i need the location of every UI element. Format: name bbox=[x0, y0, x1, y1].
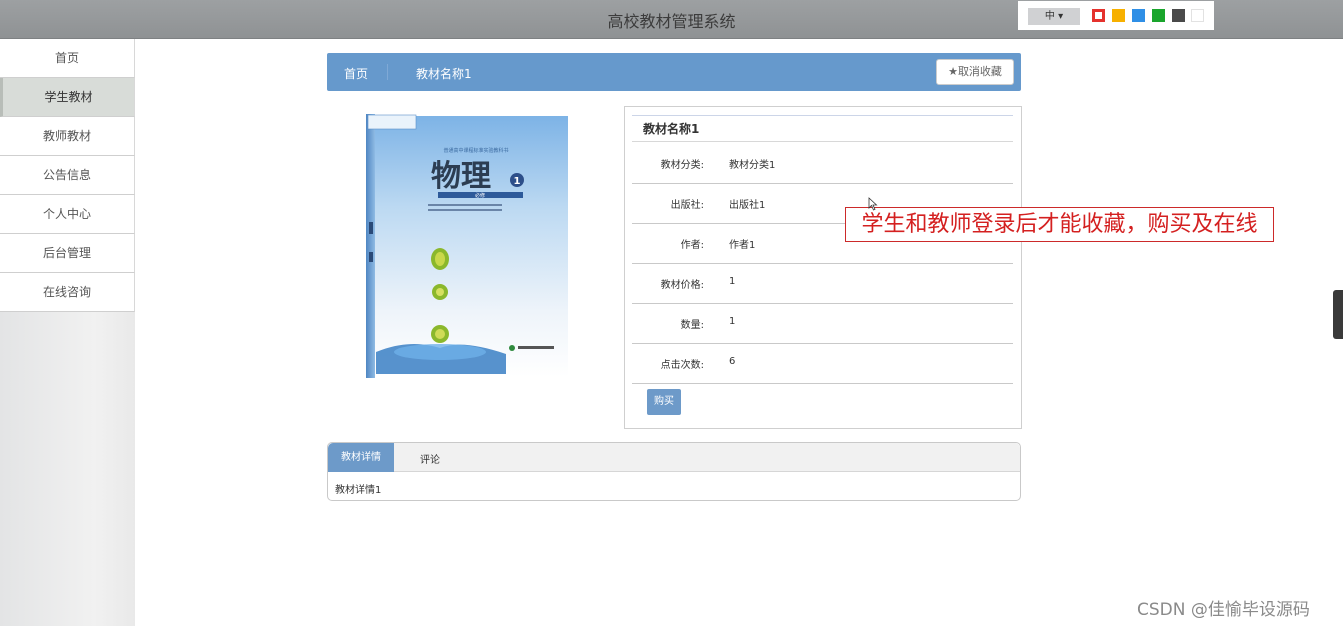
tab-bar: 教材详情 评论 bbox=[328, 443, 1020, 472]
mouse-cursor-icon bbox=[868, 197, 878, 211]
info-label: 出版社: bbox=[670, 200, 704, 211]
sidebar-item-student-textbooks[interactable]: 学生教材 bbox=[0, 78, 135, 117]
info-value: 1 bbox=[729, 316, 736, 327]
chevron-down-icon: ▾ bbox=[1058, 11, 1064, 22]
tab-comments[interactable]: 评论 bbox=[420, 451, 440, 466]
sidebar-item-online-consult[interactable]: 在线咨询 bbox=[0, 273, 135, 312]
sidebar-item-teacher-textbooks[interactable]: 教师教材 bbox=[0, 117, 135, 156]
unfavorite-button[interactable]: ★取消收藏 bbox=[936, 59, 1014, 85]
info-value: 教材分类1 bbox=[729, 160, 776, 171]
tab-content: 教材详情1 bbox=[335, 485, 382, 496]
theme-swatch-white[interactable] bbox=[1191, 9, 1204, 22]
textbook-name-heading: 教材名称1 bbox=[632, 115, 1013, 142]
detail-tabs: 教材详情 评论 教材详情1 bbox=[327, 442, 1021, 501]
theme-swatch-yellow[interactable] bbox=[1112, 9, 1125, 22]
language-select[interactable]: 中 ▾ bbox=[1028, 8, 1080, 25]
breadcrumb: 首页 教材名称1 ★取消收藏 bbox=[327, 53, 1021, 91]
tab-textbook-details[interactable]: 教材详情 bbox=[328, 443, 394, 472]
csdn-watermark: CSDN @佳愉毕设源码 bbox=[1137, 600, 1310, 620]
info-value: 1 bbox=[729, 276, 736, 287]
unfavorite-label: 取消收藏 bbox=[957, 65, 1002, 78]
buy-button[interactable]: 购买 bbox=[647, 389, 681, 415]
cover-badge: 必修 bbox=[475, 192, 485, 199]
sidebar-item-personal-center[interactable]: 个人中心 bbox=[0, 195, 135, 234]
info-label: 教材分类: bbox=[660, 160, 704, 171]
textbook-info-panel: 教材名称1 教材分类: 教材分类1 出版社: 出版社1 作者: 作者1 教材价格… bbox=[624, 106, 1022, 429]
breadcrumb-divider bbox=[387, 64, 388, 80]
language-label: 中 bbox=[1044, 11, 1055, 22]
theme-toolbox: 中 ▾ bbox=[1018, 1, 1214, 30]
cover-title: 物理 bbox=[431, 159, 491, 194]
theme-swatch-green[interactable] bbox=[1152, 9, 1165, 22]
info-label: 作者: bbox=[680, 240, 704, 251]
sidebar-item-home[interactable]: 首页 bbox=[0, 39, 135, 78]
star-icon: ★ bbox=[948, 65, 958, 78]
sidebar: 首页 学生教材 教师教材 公告信息 个人中心 后台管理 在线咨询 bbox=[0, 39, 135, 626]
sidebar-item-announcements[interactable]: 公告信息 bbox=[0, 156, 135, 195]
sidebar-nav: 首页 学生教材 教师教材 公告信息 个人中心 后台管理 在线咨询 bbox=[0, 39, 135, 312]
info-row-clicks: 点击次数: 6 bbox=[632, 343, 1013, 384]
breadcrumb-home-link[interactable]: 首页 bbox=[344, 65, 368, 82]
sidebar-item-admin[interactable]: 后台管理 bbox=[0, 234, 135, 273]
info-row-quantity: 数量: 1 bbox=[632, 303, 1013, 344]
info-label: 数量: bbox=[680, 320, 704, 331]
theme-swatch-red[interactable] bbox=[1092, 9, 1105, 22]
info-value: 作者1 bbox=[729, 240, 756, 251]
info-value: 6 bbox=[729, 356, 736, 367]
theme-swatch-blue[interactable] bbox=[1132, 9, 1145, 22]
theme-swatch-dark[interactable] bbox=[1172, 9, 1185, 22]
side-drawer-handle[interactable] bbox=[1333, 290, 1343, 339]
info-label: 教材价格: bbox=[660, 280, 704, 291]
info-label: 点击次数: bbox=[660, 360, 704, 371]
info-row-category: 教材分类: 教材分类1 bbox=[632, 143, 1013, 184]
textbook-cover-image: 普通高中课程标准实验教科书 物理 1 必修 bbox=[366, 112, 569, 379]
cover-subtitle: 普通高中课程标准实验教科书 bbox=[443, 147, 508, 154]
info-row-price: 教材价格: 1 bbox=[632, 263, 1013, 304]
cover-volume: 1 bbox=[514, 176, 521, 187]
login-required-annotation: 学生和教师登录后才能收藏，购买及在线 bbox=[845, 207, 1274, 242]
info-value: 出版社1 bbox=[729, 200, 766, 211]
breadcrumb-current: 教材名称1 bbox=[416, 67, 472, 81]
